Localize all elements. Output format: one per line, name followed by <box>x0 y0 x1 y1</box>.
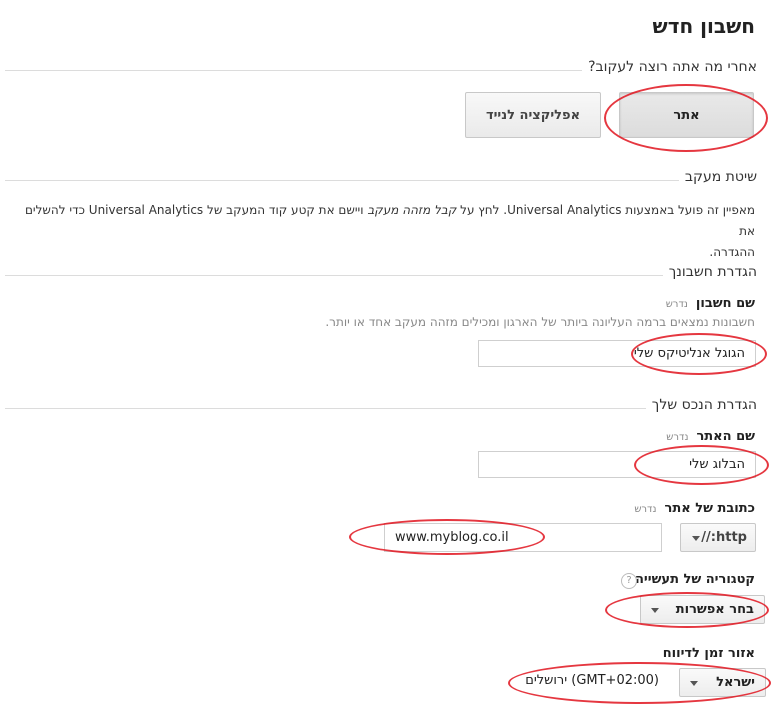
site-name-label: שם האתר <box>696 429 755 444</box>
track-question: אחרי מה אתה רוצה לעקוב? <box>582 59 757 75</box>
page-title: חשבון חדש <box>652 14 755 38</box>
timezone-country-value: ישראל <box>716 675 755 690</box>
chevron-down-icon <box>692 536 700 541</box>
section-divider <box>5 180 755 181</box>
account-name-hint: חשבונות נמצאים ברמה העליונה ביותר של האר… <box>325 315 755 329</box>
site-url-label-row: כתובת של אתר נדרש <box>634 501 755 516</box>
site-url-input[interactable]: www.myblog.co.il <box>384 523 662 552</box>
tracking-method-description: מאפיין זה פועל באמצעות Universal Analyti… <box>10 200 755 263</box>
industry-category-label: קטגוריה של תעשייה: <box>629 572 755 587</box>
industry-category-value: בחר אפשרות <box>675 602 754 617</box>
description-text-1: מאפיין זה פועל באמצעות Universal Analyti… <box>456 203 755 217</box>
property-setup-heading: הגדרת הנכס שלך <box>645 397 757 413</box>
account-name-label-row: שם חשבון נדרש <box>666 296 755 311</box>
site-name-input[interactable]: הבלוג שלי <box>478 451 756 478</box>
timezone-country-dropdown[interactable]: ישראל <box>679 668 766 697</box>
help-icon[interactable]: ? <box>621 573 637 589</box>
protocol-dropdown[interactable]: http:// <box>680 523 756 552</box>
mobile-app-option-label: אפליקציה לנייד <box>485 108 581 123</box>
account-name-label: שם חשבון <box>695 296 755 311</box>
website-option-label: אתר <box>673 108 700 123</box>
section-divider <box>5 408 755 409</box>
protocol-value: http:// <box>701 530 747 545</box>
industry-category-dropdown[interactable]: בחר אפשרות <box>640 595 765 624</box>
description-text-3: ההגדרה. <box>709 245 755 259</box>
chevron-down-icon <box>690 681 698 686</box>
required-badge: נדרש <box>634 504 657 515</box>
required-badge: נדרש <box>666 432 689 443</box>
tracking-method-heading: שיטת מעקב <box>678 169 757 185</box>
account-name-input[interactable]: הגוגל אנליטיקס שלי <box>478 340 756 367</box>
timezone-label: אזור זמן לדיווח <box>662 646 755 661</box>
website-option-button[interactable]: אתר <box>619 92 754 138</box>
account-setup-heading: הגדרת חשבונך <box>662 264 757 280</box>
timezone-value[interactable]: (GMT+02:00) ירושלים <box>525 673 659 688</box>
get-tracking-id-link[interactable]: קבל מזהה מעקב <box>367 203 456 217</box>
site-url-label: כתובת של אתר <box>664 501 755 516</box>
site-name-label-row: שם האתר נדרש <box>666 429 755 444</box>
chevron-down-icon <box>651 608 659 613</box>
mobile-app-option-button[interactable]: אפליקציה לנייד <box>465 92 601 138</box>
section-divider <box>5 275 755 276</box>
required-badge: נדרש <box>665 299 688 310</box>
